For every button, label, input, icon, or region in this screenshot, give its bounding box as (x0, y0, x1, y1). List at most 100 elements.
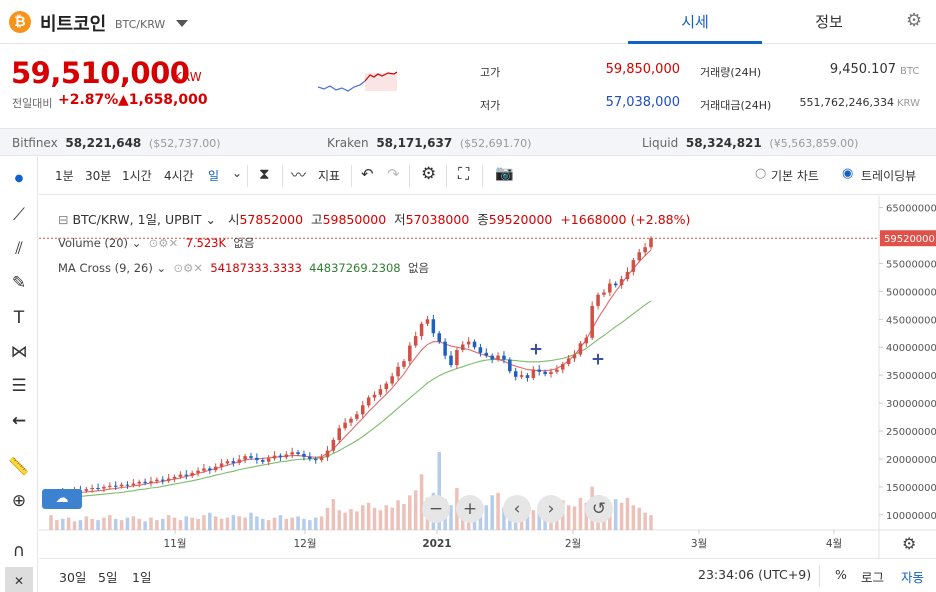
auto-toggle[interactable]: 자동 (901, 567, 924, 586)
pitchfork-icon[interactable]: ⫽ (5, 235, 33, 263)
tab-info[interactable]: 정보 (762, 0, 896, 44)
log-toggle[interactable]: 로그 (861, 567, 884, 586)
collapse-icon[interactable]: ⊟ (58, 212, 68, 227)
candle-type-icon[interactable]: ⧗ (259, 165, 270, 183)
camera-icon[interactable]: 📷 (495, 164, 514, 182)
scroll-right-button[interactable]: › (537, 495, 565, 523)
hide-drawings-icon[interactable]: ✕ (5, 567, 33, 592)
candle-body (125, 484, 130, 486)
zoom-icon[interactable]: ⊕ (5, 487, 33, 515)
candle-body (531, 369, 536, 378)
fib-icon[interactable]: ☰ (5, 372, 33, 400)
percent-toggle[interactable]: % (835, 567, 847, 582)
tradingview-option[interactable]: 트레이딩뷰 (861, 167, 916, 184)
zoom-out-button[interactable]: − (422, 495, 450, 523)
zoom-in-button[interactable]: + (456, 495, 484, 523)
radio-basic-icon[interactable]: ○ (755, 166, 766, 181)
indicator-button[interactable]: 지표 (318, 167, 340, 184)
candle-body (372, 394, 377, 398)
crosshair-icon[interactable]: ● (5, 165, 33, 193)
coin-name[interactable]: 비트코인 (40, 10, 106, 36)
x-tick-label: 2021 (422, 538, 451, 550)
candle-body (449, 355, 453, 366)
coin-pair[interactable]: BTC/KRW (115, 18, 165, 31)
basic-chart-option[interactable]: 기본 차트 (771, 167, 819, 184)
tab-market[interactable]: 시세 (628, 0, 762, 44)
legend-buttons-icon[interactable]: ⊙⚙✕ (149, 236, 179, 250)
exchange-usd: (¥5,563,859.00) (769, 137, 859, 150)
symbol-label[interactable]: BTC/KRW, 1일, UPBIT (72, 212, 201, 227)
chevron-down-icon[interactable] (176, 20, 188, 27)
candle-body (396, 366, 400, 377)
candle-body (549, 371, 553, 375)
candle-body (437, 333, 441, 342)
scroll-left-button[interactable]: ‹ (503, 495, 531, 523)
clock[interactable]: 23:34:06 (UTC+9) (698, 567, 811, 582)
ma-name[interactable]: MA Cross (9, 26) (58, 261, 153, 275)
candle-body (390, 376, 394, 384)
indicator-icon[interactable]: 〰 (291, 164, 306, 185)
volume-bar (225, 517, 230, 530)
candle-body (431, 319, 436, 334)
volume-bar (131, 516, 136, 530)
candle-body (266, 458, 271, 462)
candle-body (455, 350, 459, 366)
interval-4h[interactable]: 4시간 (164, 167, 194, 184)
candle-body (561, 364, 565, 370)
pattern-icon[interactable]: ⋈ (5, 338, 33, 366)
legend-buttons-icon[interactable]: ⊙⚙✕ (173, 261, 203, 275)
chart-settings-icon[interactable]: ⚙ (902, 534, 916, 553)
trendline-icon[interactable]: ⟋ (5, 201, 33, 229)
ma-cross-marker: + (591, 349, 605, 369)
chevron-down-icon[interactable]: ⌄ (157, 261, 167, 275)
candle-body (261, 460, 265, 462)
exchange-name: Liquid (642, 136, 679, 150)
interval-day[interactable]: 일 (208, 167, 219, 184)
undo-icon[interactable]: ↶ (361, 165, 374, 183)
reset-chart-button[interactable]: ↺ (585, 495, 613, 523)
range-30d[interactable]: 30일 (59, 567, 86, 586)
header: ₿ 비트코인 BTC/KRW 시세 정보 ⚙ (0, 0, 936, 44)
chevron-down-icon[interactable]: ⌄ (232, 166, 242, 180)
candle-body (402, 361, 406, 367)
separator (482, 165, 483, 187)
x-tick-label: 2월 (565, 538, 581, 550)
settings-icon[interactable]: ⚙ (421, 164, 436, 184)
tradingview-logo-icon[interactable]: ☁ (42, 489, 82, 509)
ruler-icon[interactable]: 📏 (5, 453, 33, 481)
candle-body (490, 355, 494, 360)
volume-bar (78, 520, 83, 530)
volume-bar (578, 497, 583, 530)
candle-body (537, 369, 541, 372)
volume-bar (272, 517, 277, 530)
volume-bar (184, 516, 189, 530)
arrow-icon[interactable]: ← (5, 407, 33, 435)
y-tick-label: 40000000 (886, 343, 936, 354)
interval-1m[interactable]: 1분 (55, 167, 74, 184)
magnet-icon[interactable]: ∩ (5, 537, 33, 565)
gear-icon[interactable]: ⚙ (906, 10, 922, 31)
volume-bar (113, 518, 118, 530)
range-1d[interactable]: 1일 (132, 567, 151, 586)
volume-bar (243, 517, 247, 530)
redo-icon[interactable]: ↷ (387, 165, 400, 183)
exchange-name: Kraken (327, 136, 369, 150)
interval-30m[interactable]: 30분 (85, 167, 111, 184)
exchange-bitfinex: Bitfinex 58,221,648 ($52,737.00) (12, 136, 221, 150)
radio-tradingview-icon[interactable]: ◉ (842, 166, 853, 181)
chevron-down-icon[interactable]: ⌄ (206, 212, 216, 227)
range-5d[interactable]: 5일 (98, 567, 117, 586)
low-label: 저가 (480, 99, 501, 112)
volume-name[interactable]: Volume (20) (58, 236, 128, 250)
chevron-down-icon[interactable]: ⌄ (132, 236, 142, 250)
brush-icon[interactable]: ✎ (5, 269, 33, 297)
volume-bar (572, 506, 577, 530)
fullscreen-icon[interactable]: ⛶ (458, 164, 469, 184)
volume-bar (190, 517, 194, 530)
candle-body (290, 452, 294, 455)
text-icon[interactable]: T (5, 304, 33, 332)
candle-body (625, 271, 630, 280)
interval-1h[interactable]: 1시간 (122, 167, 152, 184)
volume-bar (302, 518, 306, 530)
x-tick-label: 11월 (163, 538, 186, 550)
